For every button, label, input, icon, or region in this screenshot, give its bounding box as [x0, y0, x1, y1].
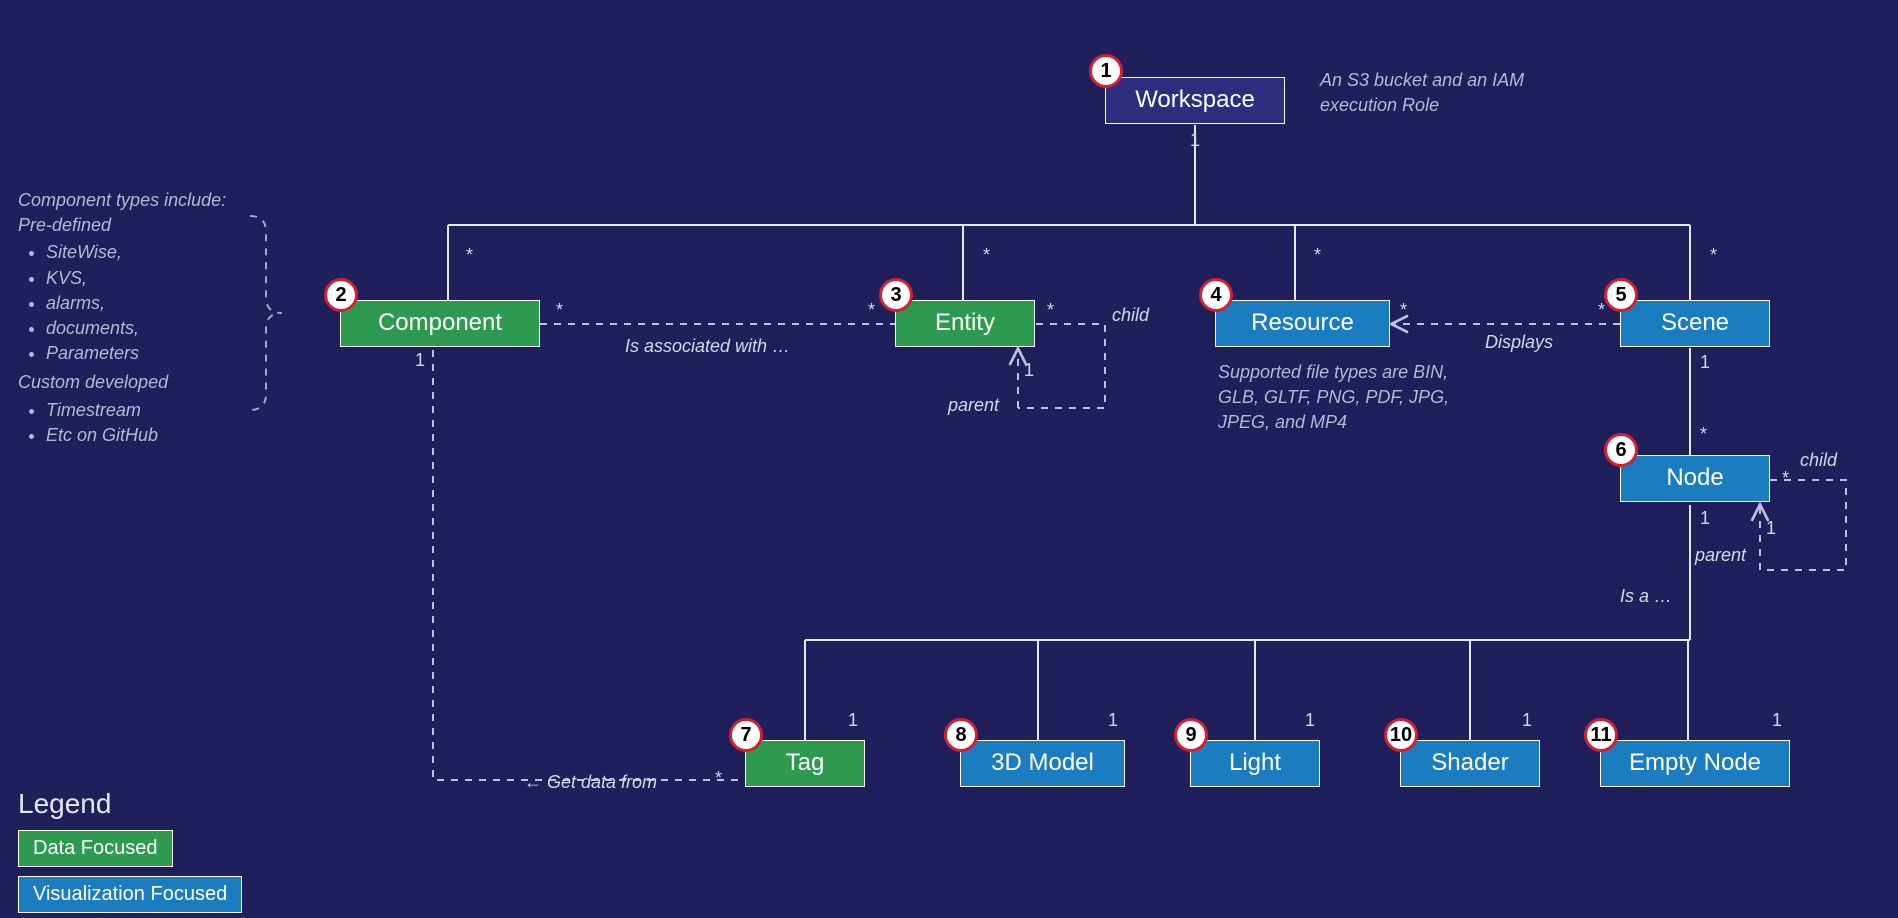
node-shader: Shader: [1400, 740, 1540, 787]
mult-entity-parent-1: 1: [1024, 360, 1034, 381]
rel-assoc: Is associated with …: [625, 336, 790, 357]
note-component-custom-item: Etc on GitHub: [46, 423, 278, 448]
badge-tag: 7: [729, 718, 763, 752]
node-light-label: Light: [1229, 749, 1281, 776]
mult-component-star-right: *: [556, 300, 563, 321]
note-workspace: An S3 bucket and an IAM execution Role: [1320, 68, 1530, 118]
node-entity-label: Entity: [935, 309, 995, 336]
mult-resource-star-top: *: [1314, 245, 1321, 266]
mult-component-star-top: *: [466, 245, 473, 266]
badge-empty-node-num: 11: [1590, 724, 1611, 747]
badge-entity-num: 3: [890, 284, 901, 307]
mult-tag-1: 1: [848, 710, 858, 731]
note-component-custom-list: Timestream Etc on GitHub: [46, 398, 278, 448]
note-component-header: Component types include:: [18, 188, 278, 213]
badge-node-num: 6: [1615, 439, 1626, 462]
node-workspace: Workspace: [1105, 77, 1285, 124]
badge-shader-num: 10: [1390, 724, 1412, 747]
node-workspace-label: Workspace: [1135, 86, 1255, 113]
note-component-custom: Custom developed: [18, 370, 278, 395]
node-resource-label: Resource: [1251, 309, 1354, 336]
note-component-pre-item: Parameters: [46, 341, 278, 366]
node-empty-node: Empty Node: [1600, 740, 1790, 787]
node-scene: Scene: [1620, 300, 1770, 347]
badge-entity: 3: [879, 278, 913, 312]
badge-scene: 5: [1604, 278, 1638, 312]
node-tag: Tag: [745, 740, 865, 787]
note-component-types: Component types include: Pre-defined Sit…: [18, 188, 278, 452]
note-component-custom-item: Timestream: [46, 398, 278, 423]
node-node-label: Node: [1666, 464, 1723, 491]
mult-workspace-1: 1: [1190, 130, 1200, 151]
node-empty-node-label: Empty Node: [1629, 749, 1761, 776]
node-3d-model: 3D Model: [960, 740, 1125, 787]
rel-entity-parent: parent: [948, 395, 999, 416]
rel-node-parent: parent: [1695, 545, 1746, 566]
mult-empty-1: 1: [1772, 710, 1782, 731]
mult-tag-star: *: [715, 768, 722, 789]
note-resource: Supported file types are BIN, GLB, GLTF,…: [1218, 360, 1468, 436]
badge-resource-num: 4: [1210, 284, 1221, 307]
node-tag-label: Tag: [786, 749, 825, 776]
badge-shader: 10: [1384, 718, 1418, 752]
badge-3d-model-num: 8: [955, 724, 966, 747]
legend-viz-focused: Visualization Focused: [18, 876, 242, 913]
node-light: Light: [1190, 740, 1320, 787]
note-component-pre-item: KVS,: [46, 266, 278, 291]
rel-is-a: Is a …: [1620, 586, 1672, 607]
mult-node-1: 1: [1700, 508, 1710, 529]
badge-light-num: 9: [1185, 724, 1196, 747]
node-entity: Entity: [895, 300, 1035, 347]
mult-node-star-top: *: [1700, 424, 1707, 445]
mult-scene-star-top: *: [1710, 245, 1717, 266]
node-node: Node: [1620, 455, 1770, 502]
node-resource: Resource: [1215, 300, 1390, 347]
legend-data-focused: Data Focused: [18, 830, 173, 867]
legend-title: Legend: [18, 788, 111, 820]
mult-node-parent-1: 1: [1766, 518, 1776, 539]
rel-entity-child: child: [1112, 305, 1149, 326]
mult-light-1: 1: [1305, 710, 1315, 731]
node-shader-label: Shader: [1431, 749, 1508, 776]
badge-workspace-num: 1: [1100, 60, 1111, 83]
badge-empty-node: 11: [1584, 718, 1618, 752]
note-component-pre: Pre-defined: [18, 213, 278, 238]
rel-get-data: ← Get data from: [524, 772, 657, 793]
note-component-pre-item: SiteWise,: [46, 240, 278, 265]
mult-entity-star-top: *: [983, 245, 990, 266]
rel-node-child: child: [1800, 450, 1837, 471]
note-component-pre-item: documents,: [46, 316, 278, 341]
mult-entity-star-left: *: [868, 300, 875, 321]
badge-tag-num: 7: [740, 724, 751, 747]
badge-component: 2: [324, 278, 358, 312]
mult-node-star-right: *: [1782, 468, 1789, 489]
node-scene-label: Scene: [1661, 309, 1729, 336]
badge-node: 6: [1604, 433, 1638, 467]
node-component: Component: [340, 300, 540, 347]
mult-3d-1: 1: [1108, 710, 1118, 731]
note-component-pre-list: SiteWise, KVS, alarms, documents, Parame…: [46, 240, 278, 366]
badge-workspace: 1: [1089, 54, 1123, 88]
mult-scene-star-left: *: [1598, 300, 1605, 321]
node-component-label: Component: [378, 309, 502, 336]
badge-3d-model: 8: [944, 718, 978, 752]
rel-displays: Displays: [1485, 332, 1553, 353]
mult-resource-star-right: *: [1400, 300, 1407, 321]
badge-scene-num: 5: [1615, 284, 1626, 307]
mult-entity-star-right: *: [1047, 300, 1054, 321]
mult-component-1: 1: [415, 350, 425, 371]
mult-shader-1: 1: [1522, 710, 1532, 731]
note-component-pre-item: alarms,: [46, 291, 278, 316]
node-3d-model-label: 3D Model: [991, 749, 1094, 776]
badge-resource: 4: [1199, 278, 1233, 312]
badge-component-num: 2: [335, 284, 346, 307]
badge-light: 9: [1174, 718, 1208, 752]
mult-scene-1: 1: [1700, 352, 1710, 373]
